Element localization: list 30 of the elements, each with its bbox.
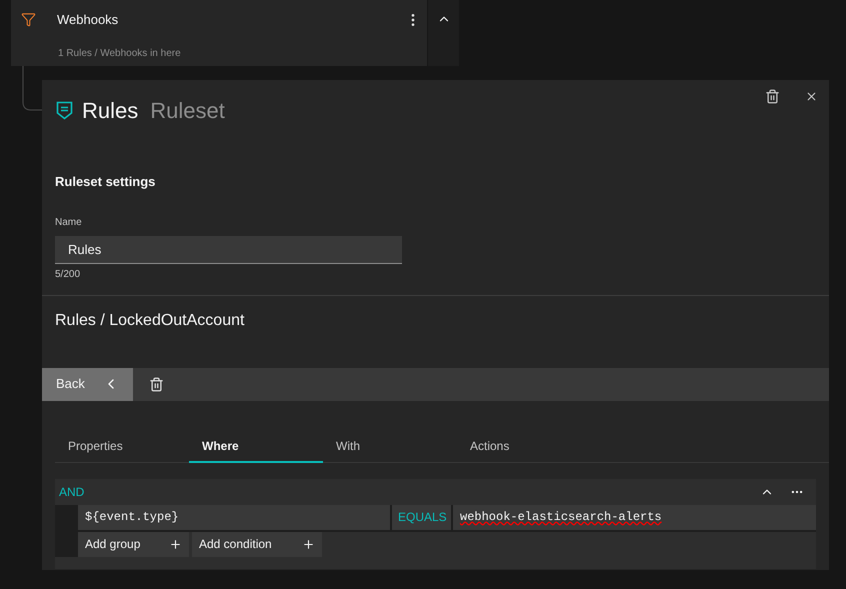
add-button[interactable]: Add condition xyxy=(192,532,322,556)
back-button[interactable]: Back xyxy=(42,368,133,400)
name-field[interactable]: Rules xyxy=(55,236,402,264)
value-text: webhook-elasticsearch-alerts xyxy=(460,509,662,526)
tab[interactable]: With xyxy=(323,436,457,462)
group-operator: AND xyxy=(59,484,84,500)
panel-type: Ruleset xyxy=(150,97,225,125)
plus-icon xyxy=(169,538,182,550)
filter-icon xyxy=(21,12,36,28)
rule-path: Rules / LockedOutAccount xyxy=(55,310,246,330)
field-label: Name xyxy=(55,216,83,230)
tab[interactable]: Where xyxy=(189,436,323,462)
section-heading: Ruleset settings xyxy=(55,173,156,191)
connector-line xyxy=(20,66,44,112)
delete-icon[interactable] xyxy=(765,89,780,104)
value-input[interactable]: webhook-elasticsearch-alerts xyxy=(453,504,816,530)
group-card[interactable]: Webhooks 1 Rules / Webhooks in here xyxy=(11,0,427,66)
field-input[interactable]: ${event.type} xyxy=(78,504,390,530)
shield-icon xyxy=(56,101,73,120)
delete-icon[interactable] xyxy=(149,376,164,392)
tab[interactable]: Properties xyxy=(55,436,189,462)
add-button[interactable]: Add group xyxy=(78,532,189,556)
character-counter: 5/200 xyxy=(55,268,82,282)
tab[interactable]: Actions xyxy=(457,436,591,462)
comparator-select[interactable]: EQUALS xyxy=(392,504,451,530)
panel-title: Rules xyxy=(82,97,138,125)
close-icon[interactable] xyxy=(805,90,818,103)
plus-icon xyxy=(302,538,315,550)
card-title: Webhooks xyxy=(57,11,118,29)
card-subtitle: 1 Rules / Webhooks in here xyxy=(58,46,182,60)
